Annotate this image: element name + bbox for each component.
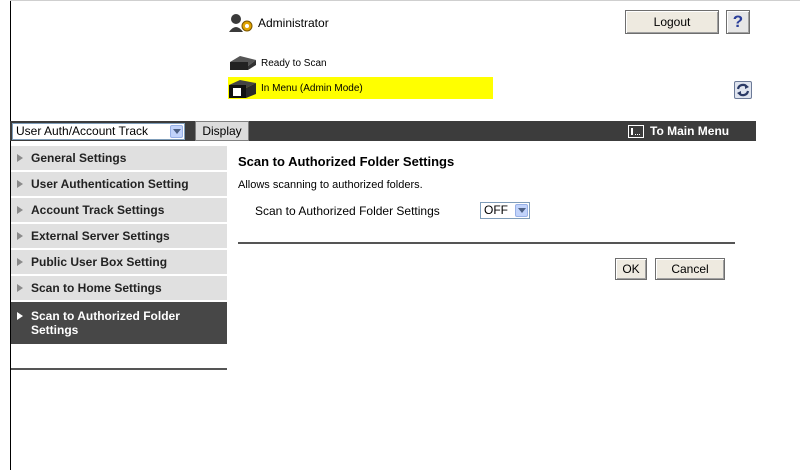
sidebar-item-scan-to-home[interactable]: Scan to Home Settings [11, 276, 227, 302]
mode-select-value: User Auth/Account Track [16, 124, 149, 138]
logout-button[interactable]: Logout [625, 10, 719, 34]
setting-label: Scan to Authorized Folder Settings [255, 204, 440, 218]
sidebar-item-public-user-box[interactable]: Public User Box Setting [11, 250, 227, 276]
admin-mode-icon [228, 79, 258, 98]
sidebar-item-user-authentication[interactable]: User Authentication Setting [11, 172, 227, 198]
sidebar-item-external-server[interactable]: External Server Settings [11, 224, 227, 250]
page-description: Allows scanning to authorized folders. [238, 179, 423, 191]
chevron-down-icon[interactable] [515, 204, 528, 217]
status-ready-row: Ready to Scan [228, 54, 327, 72]
main-menu-icon [628, 124, 644, 138]
sidebar: General Settings User Authentication Set… [11, 146, 227, 346]
main-divider [238, 242, 735, 244]
sidebar-item-label: External Server Settings [31, 229, 170, 243]
triangle-right-icon [17, 206, 23, 214]
status-menu-row: In Menu (Admin Mode) [228, 77, 493, 99]
sidebar-item-label: Public User Box Setting [31, 255, 168, 269]
refresh-button[interactable] [734, 81, 752, 99]
page-title: Scan to Authorized Folder Settings [238, 154, 455, 169]
to-main-menu-link[interactable]: To Main Menu [628, 121, 729, 141]
admin-label: Administrator [258, 16, 329, 30]
sidebar-item-scan-to-authorized-folder[interactable]: Scan to Authorized Folder Settings [11, 302, 227, 346]
sidebar-item-label: Scan to Authorized Folder Settings [31, 309, 180, 337]
ok-button[interactable]: OK [615, 258, 647, 280]
sidebar-divider [11, 368, 227, 370]
sidebar-item-account-track[interactable]: Account Track Settings [11, 198, 227, 224]
sidebar-item-label: Account Track Settings [31, 203, 165, 217]
refresh-icon [736, 83, 750, 97]
display-button[interactable]: Display [195, 121, 249, 141]
triangle-right-icon [17, 312, 23, 320]
triangle-right-icon [17, 180, 23, 188]
to-main-menu-label: To Main Menu [650, 124, 730, 138]
scanner-icon [228, 54, 258, 72]
administrator-icon [228, 13, 254, 33]
help-button[interactable]: ? [726, 10, 750, 34]
chevron-down-icon[interactable] [170, 125, 183, 138]
cancel-button[interactable]: Cancel [655, 258, 725, 280]
sidebar-item-label: User Authentication Setting [31, 177, 189, 191]
sidebar-item-general-settings[interactable]: General Settings [11, 146, 227, 172]
mode-select[interactable]: User Auth/Account Track [12, 123, 185, 140]
sidebar-item-label: General Settings [31, 151, 127, 165]
setting-select-value: OFF [484, 203, 508, 217]
triangle-right-icon [17, 258, 23, 266]
scan-authorized-folder-select[interactable]: OFF [480, 202, 530, 219]
page-top-border [10, 0, 800, 1]
triangle-right-icon [17, 232, 23, 240]
status-menu-text: In Menu (Admin Mode) [261, 82, 363, 94]
sidebar-item-label: Scan to Home Settings [31, 281, 162, 295]
triangle-right-icon [17, 284, 23, 292]
status-ready-text: Ready to Scan [261, 57, 327, 69]
triangle-right-icon [17, 154, 23, 162]
admin-user-row: Administrator [228, 12, 329, 34]
